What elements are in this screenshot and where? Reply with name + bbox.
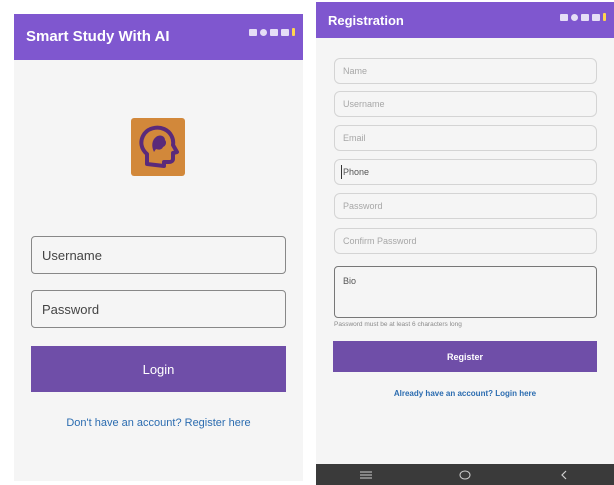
email-field[interactable] — [334, 125, 597, 151]
registration-app-bar: Registration — [316, 2, 614, 38]
name-field[interactable] — [334, 58, 597, 84]
signal-icon — [560, 13, 568, 21]
login-app-bar: Smart Study With AI — [14, 14, 303, 60]
username-input[interactable] — [335, 92, 596, 116]
username-input[interactable] — [32, 237, 285, 273]
login-screen: Smart Study With AI Login Don't have an … — [14, 14, 303, 481]
register-button[interactable]: Register — [333, 341, 597, 372]
battery-icon — [603, 13, 606, 21]
wifi-icon — [281, 28, 289, 36]
menu-icon[interactable] — [356, 467, 376, 483]
password-field[interactable] — [31, 290, 286, 328]
alarm-icon — [581, 13, 589, 21]
status-bar-icons — [249, 28, 295, 36]
signal-icon — [249, 28, 257, 36]
eye-icon — [260, 28, 267, 36]
alarm-icon — [270, 28, 278, 36]
name-input[interactable] — [335, 59, 596, 83]
registration-screen: Registration Password must be at least 6… — [316, 2, 614, 485]
register-link[interactable]: Don't have an account? Register here — [14, 417, 303, 429]
bio-input[interactable] — [335, 267, 596, 317]
email-input[interactable] — [335, 126, 596, 150]
brain-head-icon — [131, 118, 185, 176]
eye-icon — [571, 13, 578, 21]
confirm-password-input[interactable] — [335, 229, 596, 253]
username-field[interactable] — [334, 91, 597, 117]
app-title: Smart Study With AI — [26, 28, 170, 45]
confirm-password-field[interactable] — [334, 228, 597, 254]
login-button[interactable]: Login — [31, 346, 286, 392]
password-input[interactable] — [335, 194, 596, 218]
battery-icon — [292, 28, 295, 36]
system-nav-bar — [316, 464, 614, 485]
wifi-icon — [592, 13, 600, 21]
password-input[interactable] — [32, 291, 285, 327]
home-circle-icon[interactable] — [455, 467, 475, 483]
phone-input[interactable] — [335, 160, 596, 184]
back-chevron-icon[interactable] — [554, 467, 574, 483]
registration-title: Registration — [328, 13, 404, 28]
username-field[interactable] — [31, 236, 286, 274]
text-cursor — [341, 165, 342, 179]
login-link[interactable]: Already have an account? Login here — [316, 389, 614, 398]
password-hint: Password must be at least 6 characters l… — [334, 321, 462, 328]
status-bar-icons — [560, 13, 606, 21]
phone-field[interactable] — [334, 159, 597, 185]
bio-field[interactable] — [334, 266, 597, 318]
password-field[interactable] — [334, 193, 597, 219]
